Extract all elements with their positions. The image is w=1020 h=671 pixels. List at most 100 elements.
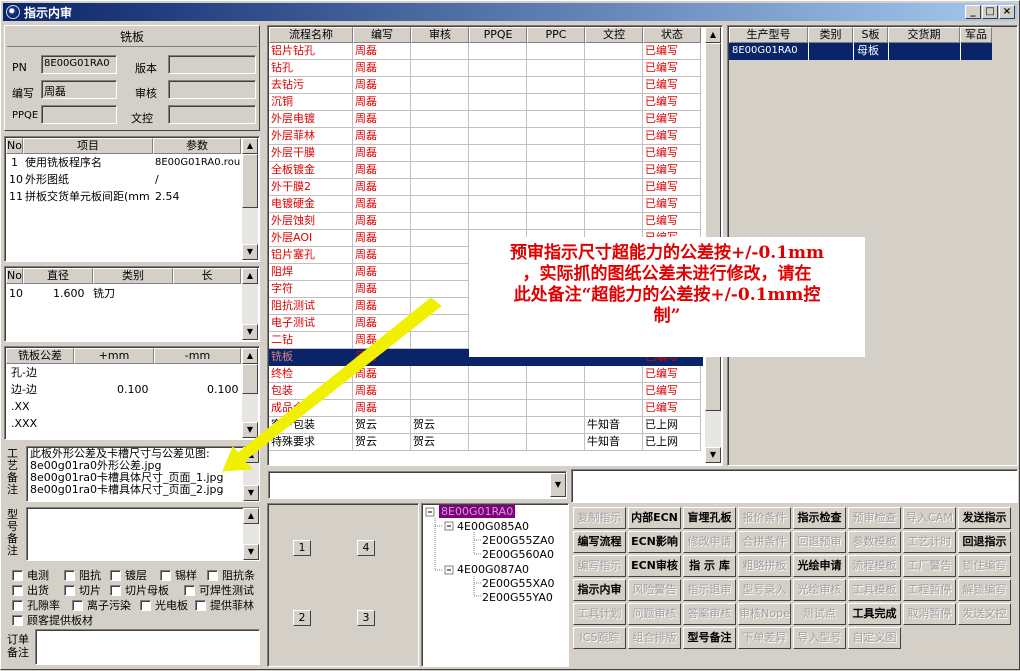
action-button[interactable]: 参数模板 (848, 531, 901, 553)
checkbox-shipment[interactable]: 出货 (12, 582, 49, 598)
action-button[interactable]: 流程模板 (848, 555, 901, 577)
action-button[interactable]: 型号录入 (738, 579, 791, 601)
action-button[interactable]: 指示内审 (573, 579, 626, 601)
action-button[interactable]: 自定义图 (848, 627, 901, 649)
flow-header-doc[interactable]: 文控 (585, 27, 643, 43)
tool-header-diameter[interactable]: 直径 (23, 268, 93, 284)
action-button[interactable]: 编写指示 (573, 555, 626, 577)
scroll-down-arrow[interactable]: ▼ (243, 485, 259, 501)
action-button[interactable]: 风险警告 (628, 579, 681, 601)
action-button[interactable]: 复制指示 (573, 507, 626, 529)
table-row[interactable]: 沉铜 周磊 已编写 (269, 94, 703, 111)
checkbox-impedance[interactable]: 阻抗 (64, 567, 101, 583)
scroll-up-arrow[interactable]: ▲ (242, 268, 258, 284)
action-button[interactable]: 报价条件 (738, 507, 791, 529)
action-button[interactable]: 发送文控 (958, 603, 1011, 625)
prod-header-s[interactable]: S板 (853, 27, 888, 43)
ppqe-field[interactable] (41, 105, 117, 124)
tree-leaf[interactable]: 2E00G55YA0 (482, 591, 553, 604)
tool-header-length[interactable]: 长 (173, 268, 241, 284)
action-button[interactable]: 预审检查 (848, 507, 901, 529)
maximize-button[interactable]: □ (982, 5, 998, 19)
scroll-thumb[interactable] (242, 364, 258, 394)
items-scrollbar[interactable]: ▲ ▼ (242, 138, 258, 260)
action-button[interactable]: 编写流程 (573, 531, 626, 553)
flow-header-review[interactable]: 审核 (411, 27, 469, 43)
close-button[interactable]: × (999, 5, 1015, 19)
action-button[interactable]: 发送指示 (958, 507, 1011, 529)
table-row[interactable]: 去钻污 周磊 已编写 (269, 77, 703, 94)
tol-header-name[interactable]: 铣板公差 (6, 348, 74, 364)
checkbox-photoelectric[interactable]: 光电板 (140, 597, 188, 613)
table-row[interactable]: 外层电镀 周磊 已编写 (269, 111, 703, 128)
scroll-down-arrow[interactable]: ▼ (242, 324, 258, 340)
process-note-textarea[interactable]: 此板外形公差及卡槽尺寸与公差见图: 8e00g01ra0外形公差.jpg 8e0… (26, 446, 260, 502)
doc-field[interactable] (168, 105, 256, 124)
action-button[interactable]: 粗略拼板 (738, 555, 791, 577)
flow-header-ppqe[interactable]: PPQE (469, 27, 527, 43)
tol-header-minus[interactable]: -mm (154, 348, 241, 364)
tol-header-plus[interactable]: +mm (74, 348, 154, 364)
prod-header-type[interactable]: 类别 (808, 27, 853, 43)
action-button[interactable]: 下单差异 (738, 627, 791, 649)
action-button[interactable]: 工具模板 (848, 579, 901, 601)
tol-scrollbar[interactable]: ▲ ▼ (242, 348, 258, 438)
table-row[interactable]: 外层菲林 周磊 已编写 (269, 128, 703, 145)
checkbox-impedance-strip[interactable]: 阻抗条 (207, 567, 255, 583)
scroll-up-arrow[interactable]: ▲ (242, 138, 258, 154)
items-header-item[interactable]: 项目 (23, 138, 153, 154)
table-row[interactable]: 终检 周磊 已编写 (269, 366, 703, 383)
tool-header-type[interactable]: 类别 (93, 268, 173, 284)
checkbox-plating[interactable]: 镀层 (110, 567, 147, 583)
table-row[interactable]: 8E00G01RA0 母板 (729, 43, 992, 60)
order-note-textarea[interactable] (35, 629, 260, 665)
action-button[interactable]: ECN影响 (628, 531, 681, 553)
model-note-scrollbar[interactable]: ▲ ▼ (243, 508, 259, 560)
version-field[interactable] (168, 55, 256, 74)
num-button-2[interactable]: 2 (293, 610, 311, 626)
tree-root[interactable]: 8E00G01RA0 (439, 505, 516, 518)
flow-header-name[interactable]: 流程名称 (269, 27, 353, 43)
checkbox-slice-panel[interactable]: 切片母板 (110, 582, 169, 598)
action-button[interactable]: 指 示 库 (683, 555, 736, 577)
num-button-4[interactable]: 4 (357, 540, 375, 556)
combo-box[interactable]: ▼ (268, 471, 567, 499)
action-button[interactable]: 盲埋孔板 (683, 507, 736, 529)
action-button[interactable]: 测试点 (793, 603, 846, 625)
table-row[interactable]: 特殊要求 贺云 贺云 牛知音 已上网 (269, 434, 703, 451)
scroll-up-arrow[interactable]: ▲ (243, 447, 259, 463)
minimize-button[interactable]: _ (965, 5, 981, 19)
editor-field[interactable]: 周磊 (41, 80, 117, 99)
flow-header-editor[interactable]: 编写 (353, 27, 411, 43)
table-row[interactable]: 客户包装 贺云 贺云 牛知音 已上网 (269, 417, 703, 434)
action-button[interactable]: 光绘审核 (793, 579, 846, 601)
action-button[interactable]: 工程暂停 (903, 579, 956, 601)
checkbox-customer-material[interactable]: 顾客提供板材 (12, 612, 93, 628)
action-button[interactable]: 光绘申请 (793, 555, 846, 577)
num-button-1[interactable]: 1 (293, 540, 311, 556)
action-button[interactable]: 解锁编写 (958, 579, 1011, 601)
action-button[interactable]: 工具完成 (848, 603, 901, 625)
chevron-down-icon[interactable]: ▼ (550, 473, 566, 497)
checkbox-solderability[interactable]: 可焊性测试 (184, 582, 254, 598)
scroll-down-arrow[interactable]: ▼ (243, 544, 259, 560)
note-scrollbar[interactable]: ▲ ▼ (243, 447, 259, 501)
action-button[interactable]: 导入CAM (903, 507, 956, 529)
pn-field[interactable]: 8E00G01RA0 (41, 55, 117, 74)
checkbox-slice[interactable]: 切片 (64, 582, 101, 598)
scroll-up-arrow[interactable]: ▲ (705, 27, 721, 43)
action-button[interactable]: 组合排版 (628, 627, 681, 649)
scroll-up-arrow[interactable]: ▲ (242, 348, 258, 364)
scroll-down-arrow[interactable]: ▼ (705, 447, 721, 463)
review-field[interactable] (168, 80, 256, 99)
scroll-thumb[interactable] (242, 154, 258, 208)
table-row[interactable]: 钻孔 周磊 已编写 (269, 60, 703, 77)
action-button[interactable]: 合拼条件 (738, 531, 791, 553)
table-row[interactable]: 包装 周磊 已编写 (269, 383, 703, 400)
title-bar[interactable]: 指示内审 _ □ × (3, 3, 1017, 21)
action-button[interactable]: 回退预审 (793, 531, 846, 553)
action-button[interactable]: 工具计划 (573, 603, 626, 625)
items-header-no[interactable]: No (6, 138, 23, 154)
model-note-textarea[interactable] (26, 507, 260, 561)
action-button[interactable]: 锁住编写 (958, 555, 1011, 577)
